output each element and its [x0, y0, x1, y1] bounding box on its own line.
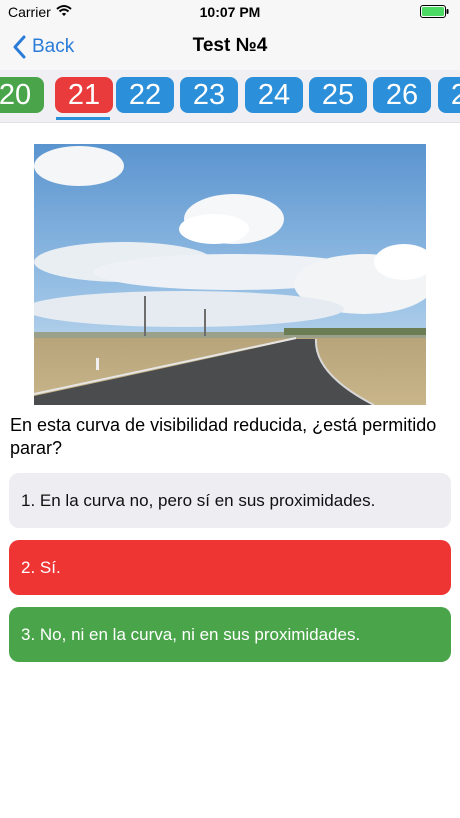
question-number-27[interactable]: 27 — [438, 77, 460, 113]
question-text: En esta curva de visibilidad reducida, ¿… — [10, 415, 437, 458]
question-number-22[interactable]: 22 — [116, 77, 174, 113]
status-time: 10:07 PM — [199, 4, 261, 20]
question-number-24[interactable]: 24 — [245, 77, 303, 113]
answer-option-2[interactable]: 2. Sí. — [9, 540, 451, 595]
navigation-bar: Back Test №4 — [0, 24, 460, 70]
question-number-strip[interactable]: 20 21 22 23 24 25 26 27 — [0, 70, 460, 123]
answer-option-3[interactable]: 3. No, ni en la curva, ni en sus proximi… — [9, 607, 451, 662]
question-image — [34, 144, 426, 405]
question-number-21[interactable]: 21 — [55, 77, 113, 113]
question-number-26[interactable]: 26 — [373, 77, 431, 113]
status-bar: Carrier 10:07 PM — [0, 0, 460, 24]
question-number-20[interactable]: 20 — [0, 77, 44, 113]
question-number-23[interactable]: 23 — [180, 77, 238, 113]
selected-indicator — [56, 117, 110, 120]
battery-icon — [420, 5, 449, 18]
answer-option-1[interactable]: 1. En la curva no, pero sí en sus proxim… — [9, 473, 451, 528]
page-title: Test №4 — [192, 35, 268, 56]
question-number-25[interactable]: 25 — [309, 77, 367, 113]
